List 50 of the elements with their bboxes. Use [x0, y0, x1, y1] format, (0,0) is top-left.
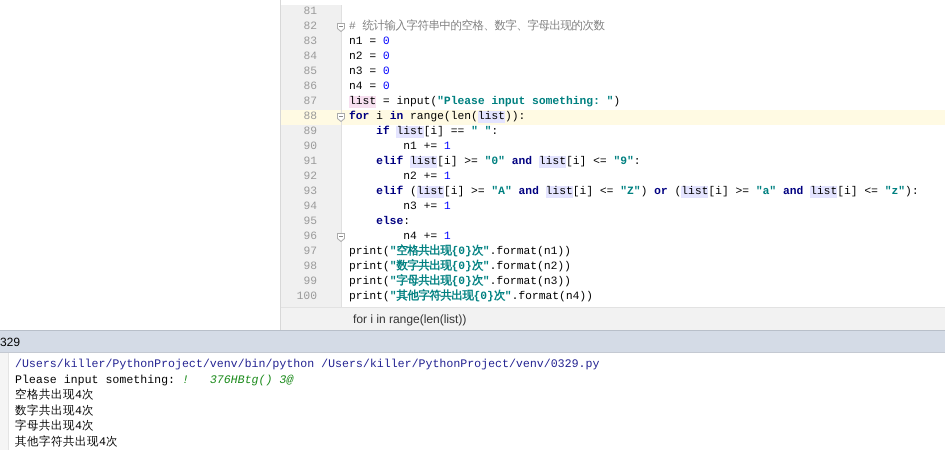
code-line: n1 += 1: [402, 140, 451, 155]
console-line: 其他字符共出现4次: [15, 434, 119, 450]
code-line: print("空格共出现{0}次".format(n1)): [349, 245, 571, 259]
code-line: # 统计输入字符串中的空格、数字、字母出现的次数: [349, 20, 605, 35]
code-line: n4 = 0: [349, 80, 390, 95]
line-number: 86: [302, 80, 317, 95]
code-line: elif (list[i] >= "A" and list[i] <= "Z") or (list[i] >= "a" and list[i] <= "z"):: [375, 185, 919, 200]
line-number: 97: [302, 245, 317, 260]
code-line: list = input("Please input something: "): [349, 95, 620, 110]
fold-icon[interactable]: [337, 23, 345, 32]
line-number: 99: [302, 275, 317, 290]
line-number: 92: [302, 170, 317, 185]
line-number: 85: [302, 65, 317, 80]
code-line: n2 += 1: [402, 170, 451, 185]
console-line: 空格共出现4次: [15, 388, 95, 404]
fold-icon[interactable]: [337, 233, 345, 242]
line-number: 96: [302, 230, 317, 245]
line-number: 90: [302, 140, 317, 155]
code-line: n4 += 1: [402, 230, 451, 244]
code-line: n3 += 1: [402, 200, 451, 215]
code-line: else:: [375, 215, 410, 230]
code-line: elif list[i] >= "0" and list[i] <= "9":: [375, 155, 641, 170]
code-line: if list[i] == " ":: [375, 125, 498, 140]
code-line: n2 = 0: [349, 50, 390, 65]
line-number: 100: [296, 290, 317, 305]
line-number: 91: [302, 155, 317, 170]
line-number: 84: [302, 50, 317, 65]
console-line: Please input something: ! 376HBtg() 3@: [15, 372, 294, 388]
breadcrumb[interactable]: for i in range(len(list)): [281, 307, 945, 330]
line-number: 88: [302, 110, 317, 125]
line-number: 89: [302, 125, 317, 140]
line-number: 98: [302, 260, 317, 275]
code-line: print("其他字符共出现{0}次".format(n4)): [349, 290, 593, 305]
line-number: 81: [302, 5, 317, 20]
code-line: print("数字共出现{0}次".format(n2)): [349, 260, 571, 274]
console-title: 329: [0, 334, 20, 349]
code-line: n1 = 0: [349, 35, 390, 50]
console-line: /Users/killer/PythonProject/venv/bin/python /Users/killer/PythonProject/venv/0329.py: [15, 357, 600, 372]
line-number: 95: [302, 215, 317, 230]
line-number: 82: [302, 20, 317, 35]
code-line: print("字母共出现{0}次".format(n3)): [349, 275, 571, 289]
line-number: 87: [302, 95, 317, 110]
fold-icon[interactable]: [337, 113, 345, 122]
console-line: 字母共出现4次: [15, 419, 95, 434]
console-line: 数字共出现4次: [15, 404, 95, 419]
line-number: 94: [302, 200, 317, 215]
line-number: 83: [302, 35, 317, 50]
code-line: for i in range(len(list)):: [349, 110, 526, 125]
line-number: 93: [302, 185, 317, 200]
code-line: n3 = 0: [349, 65, 390, 80]
